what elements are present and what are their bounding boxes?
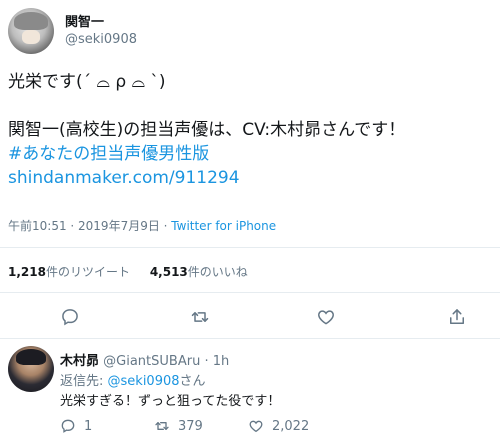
- divider: [0, 247, 500, 248]
- reply-header: 木村昴 @GiantSUBAru · 1h: [60, 350, 229, 369]
- reply-author-name[interactable]: 木村昴: [60, 354, 99, 369]
- reply-avatar[interactable]: [8, 346, 54, 392]
- divider: [0, 292, 500, 293]
- reply-author-handle[interactable]: @GiantSUBAru: [103, 354, 200, 369]
- like-count: 4,513: [149, 265, 188, 279]
- reply-time[interactable]: · 1h: [204, 354, 229, 369]
- like-icon[interactable]: [314, 305, 338, 329]
- reply-icon[interactable]: [58, 305, 82, 329]
- author-block: 関智一 @seki0908: [65, 14, 137, 49]
- author-handle[interactable]: @seki0908: [65, 31, 137, 49]
- reply-text: 光栄すぎる！ずっと狙ってた役です！: [60, 394, 281, 409]
- author-display-name[interactable]: 関智一: [65, 14, 137, 31]
- reply-like-count: 2,022: [272, 418, 310, 434]
- retweet-icon: [155, 422, 169, 430]
- tweet-screenshot: 関智一 @seki0908 光栄です(´ ⌓ ρ ⌓ `) 関智一(高校生)の担…: [0, 0, 500, 445]
- like-label: 件のいいね: [187, 265, 248, 279]
- reply-reply-count: 1: [84, 418, 93, 434]
- hashtag-link[interactable]: #あなたの担当声優男性版: [8, 142, 496, 166]
- avatar[interactable]: [8, 8, 54, 54]
- like-icon: [249, 420, 263, 433]
- reply-actions: 1 379 2,022: [60, 418, 342, 434]
- tweet-line-2: 関智一(高校生)の担当声優は、CV:木村昴さんです！: [8, 120, 406, 140]
- replying-to-handle[interactable]: @seki0908: [108, 374, 180, 389]
- reply-reply-button[interactable]: 1: [60, 418, 154, 434]
- share-icon[interactable]: [445, 305, 469, 329]
- tweet-line-1: 光栄です(´ ⌓ ρ ⌓ `): [8, 72, 166, 92]
- retweet-label: 件のリツイート: [45, 265, 130, 279]
- replying-to-prefix: 返信先:: [60, 374, 108, 389]
- timestamp[interactable]: 午前10:51 · 2019年7月9日 ·: [8, 219, 171, 233]
- retweet-stat[interactable]: 1,218件のリツイート: [8, 265, 130, 279]
- tweet-source[interactable]: Twitter for iPhone: [171, 219, 276, 233]
- divider: [0, 338, 500, 339]
- reply-icon: [61, 419, 75, 433]
- reply-like-button[interactable]: 2,022: [248, 418, 342, 434]
- retweet-icon[interactable]: [188, 305, 212, 329]
- tweet-text: 光栄です(´ ⌓ ρ ⌓ `) 関智一(高校生)の担当声優は、CV:木村昴さんで…: [8, 70, 496, 190]
- retweet-count: 1,218: [8, 265, 46, 279]
- replying-to-suffix: さん: [179, 374, 206, 389]
- tweet-header: 関智一 @seki0908: [8, 8, 137, 54]
- tweet-meta: 午前10:51 · 2019年7月9日 · Twitter for iPhone: [8, 218, 276, 234]
- reply-retweet-button[interactable]: 379: [154, 418, 248, 434]
- tweet-stats: 1,218件のリツイート 4,513件のいいね: [8, 263, 248, 280]
- like-stat[interactable]: 4,513件のいいね: [150, 265, 248, 279]
- tweet-actions: [0, 305, 500, 329]
- reply-retweet-count: 379: [178, 418, 203, 434]
- replying-to: 返信先: @seki0908さん: [60, 370, 206, 389]
- url-link[interactable]: shindanmaker.com/911294: [8, 166, 496, 190]
